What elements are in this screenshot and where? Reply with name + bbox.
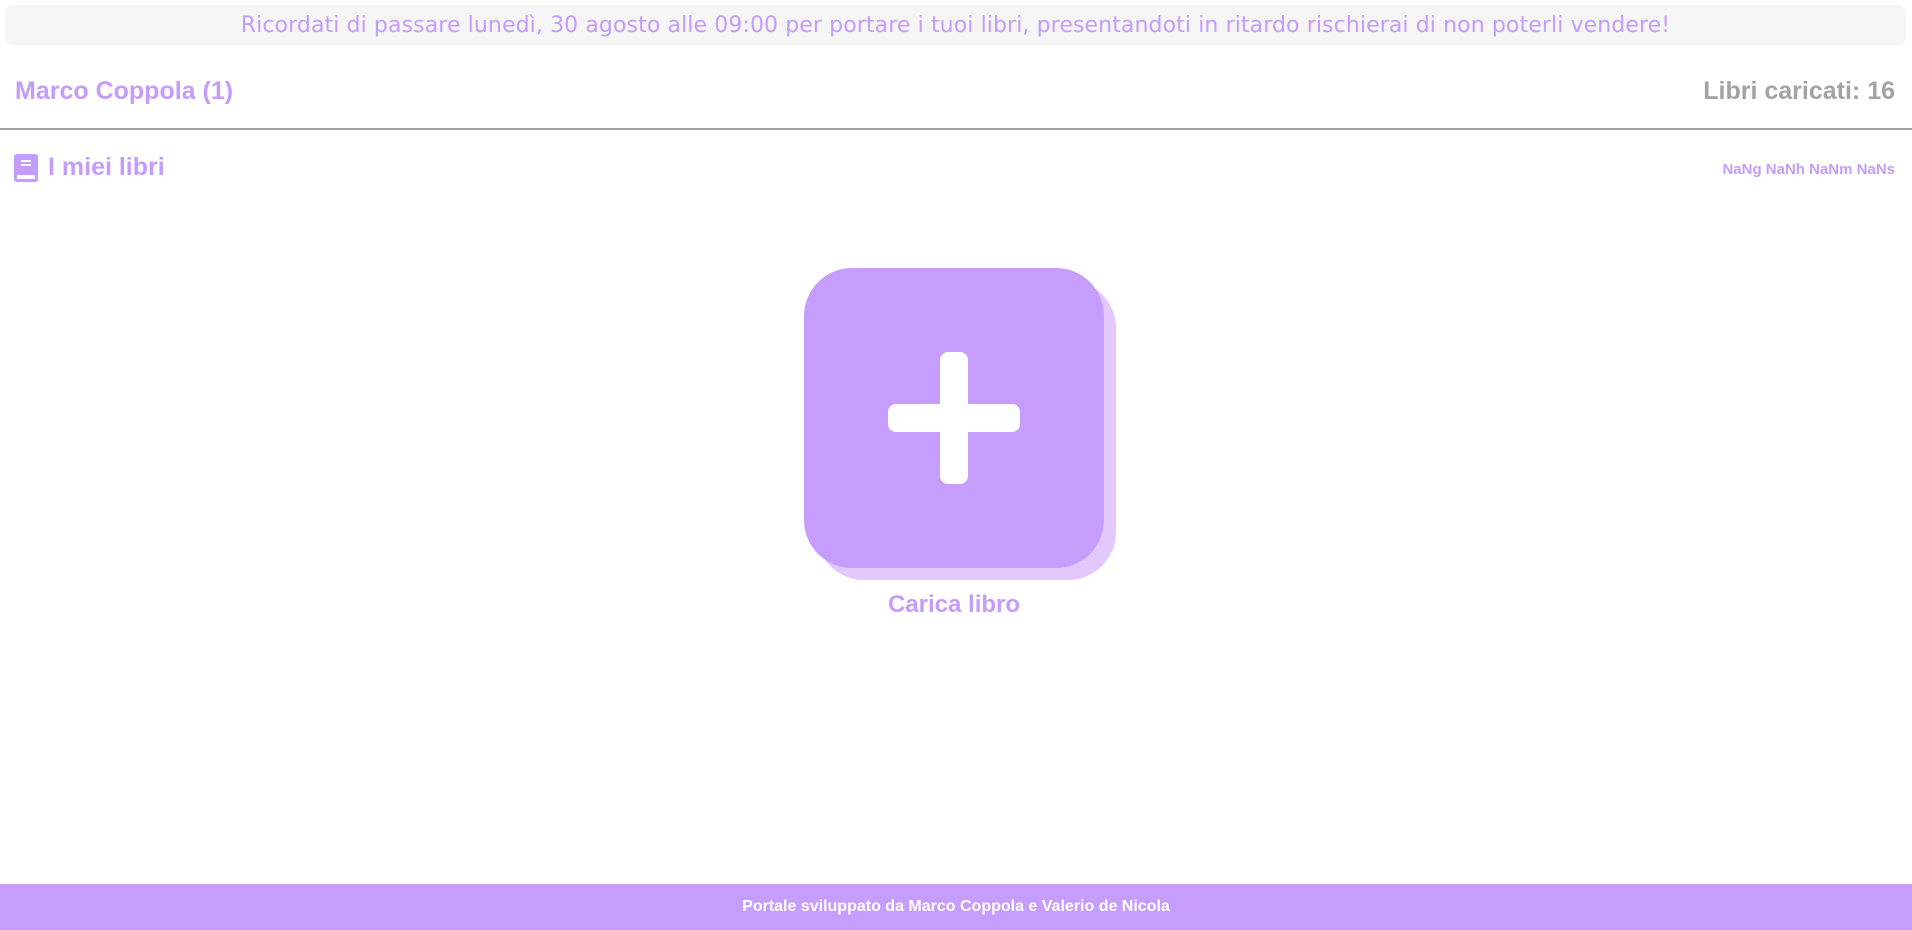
section-title-text: I miei libri [48,153,165,181]
deadline-notice-text: Ricordati di passare lunedì, 30 agosto a… [240,12,1671,38]
books-count: Libri caricati: 16 [1703,77,1895,105]
header: Marco Coppola (1) Libri caricati: 16 [0,62,1912,130]
upload-book-label[interactable]: Carica libro [804,591,1104,619]
user-name: Marco Coppola (1) [15,77,234,105]
deadline-notice: Ricordati di passare lunedì, 30 agosto a… [5,5,1906,45]
plus-icon [888,352,1020,484]
footer: Portale sviluppato da Marco Coppola e Va… [0,884,1912,930]
page: Ricordati di passare lunedì, 30 agosto a… [0,0,1912,930]
upload-book-button[interactable] [804,268,1117,580]
book-icon [14,153,38,182]
countdown: NaNg NaNh NaNm NaNs [1722,161,1895,178]
footer-credits: Portale sviluppato da Marco Coppola e Va… [742,898,1170,915]
section-title: I miei libri [14,153,165,182]
